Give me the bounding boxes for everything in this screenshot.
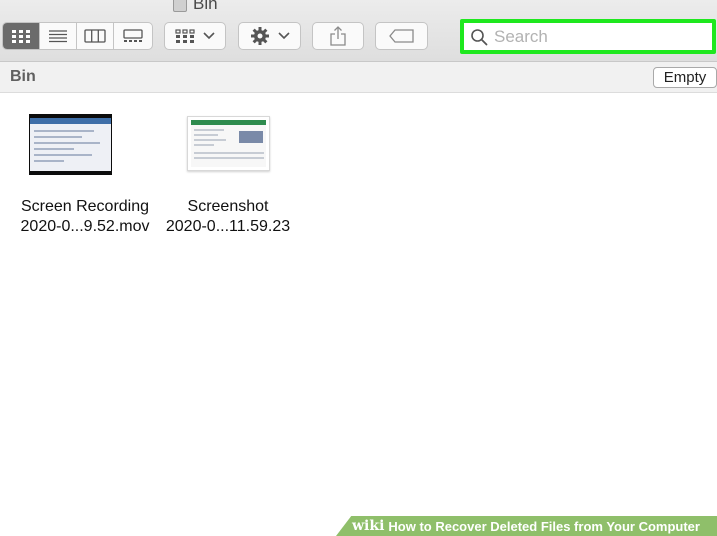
column-view-button[interactable] <box>77 23 114 49</box>
action-menu-button[interactable] <box>238 22 301 50</box>
tag-icon <box>388 29 414 43</box>
finder-toolbar: Bin <box>0 0 717 62</box>
view-mode-control <box>2 22 153 50</box>
gallery-view-icon <box>122 29 143 42</box>
share-button[interactable] <box>312 22 364 50</box>
icon-view-button[interactable] <box>3 23 40 49</box>
file-item-screenshot[interactable]: Screenshot 2020-0...11.59.23 <box>143 114 313 235</box>
share-icon <box>330 26 346 46</box>
bin-folder-icon <box>173 0 187 12</box>
current-folder-label: Bin <box>10 68 36 85</box>
group-by-button[interactable] <box>164 22 226 50</box>
path-bar: Bin Empty <box>0 62 717 93</box>
chevron-down-icon <box>203 32 215 40</box>
search-field[interactable] <box>460 19 716 54</box>
empty-bin-button[interactable]: Empty <box>653 67 717 88</box>
window-title: Bin <box>173 0 218 14</box>
wikihow-watermark: wiki How to Recover Deleted Files from Y… <box>336 516 717 536</box>
column-view-icon <box>84 29 106 43</box>
file-name-line: Screenshot <box>187 198 269 215</box>
gallery-view-button[interactable] <box>114 23 151 49</box>
wikihow-logo: wiki <box>352 518 385 534</box>
list-view-button[interactable] <box>40 23 77 49</box>
icon-view-icon <box>12 30 30 43</box>
gear-icon <box>250 27 269 45</box>
grid-icon <box>175 29 195 43</box>
chevron-down-icon <box>277 32 290 40</box>
search-input[interactable] <box>494 24 694 49</box>
file-name-line: 2020-0...11.59.23 <box>165 218 291 235</box>
window-title-text: Bin <box>193 0 218 13</box>
search-icon <box>470 28 488 46</box>
video-thumbnail <box>29 114 112 175</box>
watermark-caption: How to Recover Deleted Files from Your C… <box>388 518 700 534</box>
tag-button[interactable] <box>375 22 428 50</box>
list-view-icon <box>49 30 67 43</box>
image-thumbnail <box>187 116 270 171</box>
